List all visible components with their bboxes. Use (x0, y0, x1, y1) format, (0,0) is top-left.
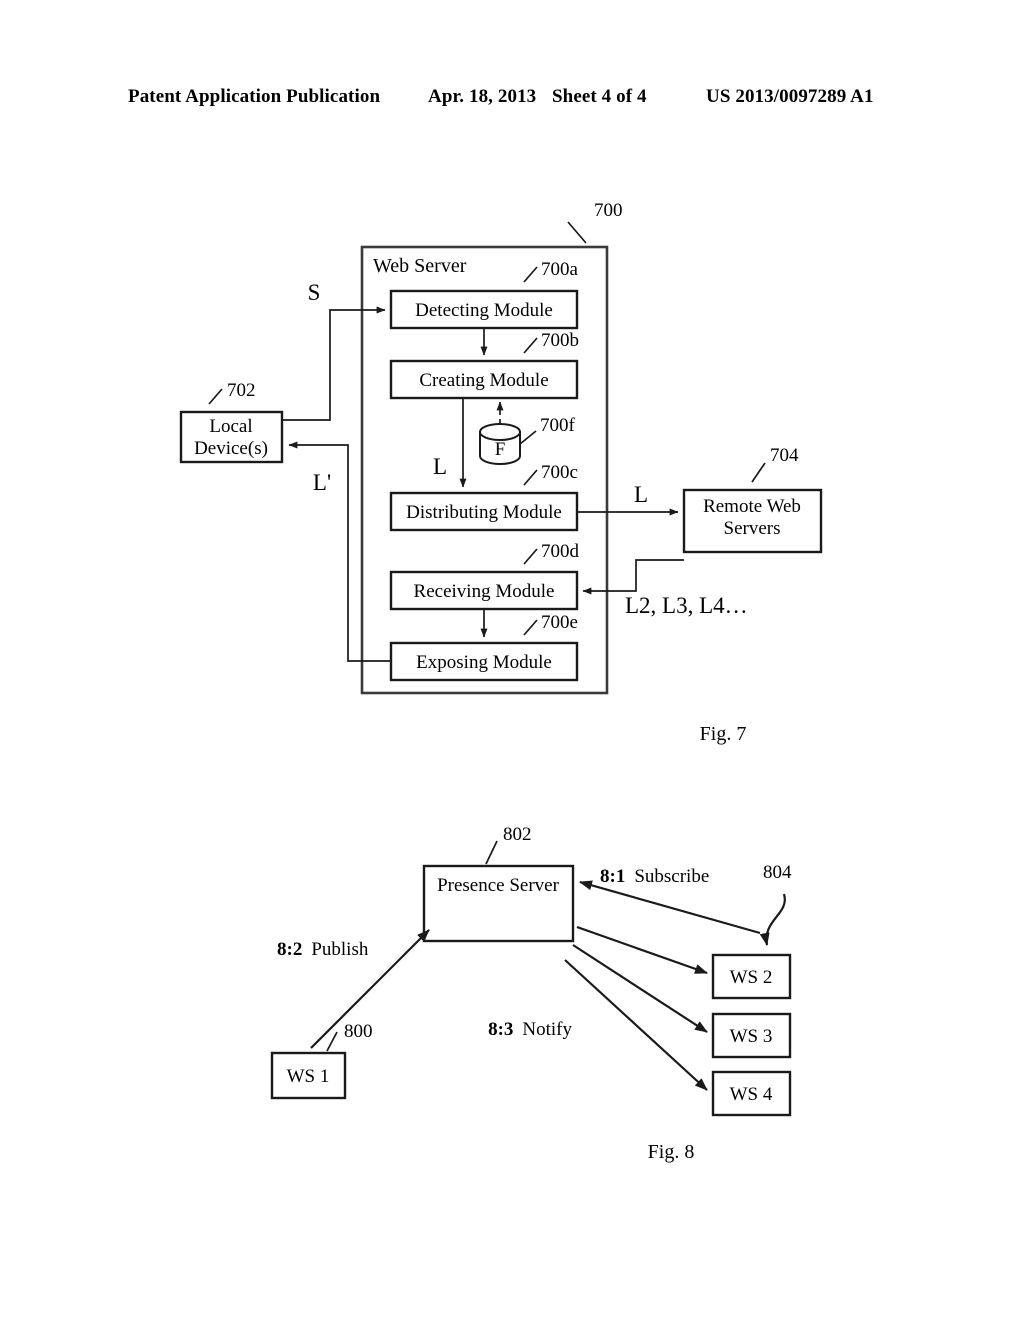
step-publish-label: Publish (311, 939, 369, 960)
ref-702: 702 (227, 380, 256, 401)
ref-802: 802 (503, 824, 532, 845)
database-cylinder-label: F (495, 439, 506, 460)
ref-800: 800 (344, 1021, 373, 1042)
leader-700 (567, 221, 587, 244)
leader-704 (751, 462, 766, 483)
step-subscribe-num: 8:1 (600, 866, 625, 887)
box-local-devices-line1: Local (209, 416, 252, 437)
box-creating-module-label: Creating Module (419, 370, 548, 391)
arrow-notify-ws2 (576, 925, 708, 975)
box-ws4-label: WS 4 (730, 1084, 773, 1105)
leader-804-curved-arrow (759, 893, 786, 946)
box-remote-web-servers-line2: Servers (724, 518, 781, 539)
leader-800 (326, 1031, 338, 1052)
arrow-notify-ws4 (564, 959, 708, 1091)
step-notify-num: 8:3 (488, 1019, 513, 1040)
box-ws1-label: WS 1 (287, 1066, 330, 1087)
step-subscribe-label: Subscribe (634, 866, 709, 887)
step-subscribe: 8:1 Subscribe (600, 866, 709, 887)
signal-label-L-prime: L' (313, 470, 331, 495)
ref-700b: 700b (541, 330, 579, 351)
step-publish-num: 8:2 (277, 939, 302, 960)
leader-702 (208, 388, 223, 405)
box-distributing-module-label: Distributing Module (406, 502, 562, 523)
box-detecting-module-label: Detecting Module (415, 300, 553, 321)
ref-700a: 700a (541, 259, 579, 280)
patent-drawing-page: Patent Application Publication Apr. 18, … (0, 0, 1024, 1320)
ref-704: 704 (770, 445, 799, 466)
ref-804: 804 (763, 862, 792, 883)
step-notify: 8:3 Notify (488, 1019, 572, 1040)
ref-700c: 700c (541, 462, 578, 483)
leader-802 (485, 840, 498, 865)
ref-700f: 700f (540, 415, 576, 436)
figure-7-caption: Fig. 7 (700, 723, 747, 745)
box-ws3-label: WS 3 (730, 1026, 773, 1047)
figure-8-caption: Fig. 8 (648, 1141, 695, 1163)
signal-label-L2-L3-L4: L2, L3, L4… (625, 593, 748, 618)
box-ws2-label: WS 2 (730, 967, 773, 988)
box-remote-web-servers-line1: Remote Web (703, 496, 801, 517)
box-presence-server-label: Presence Server (437, 875, 560, 896)
figure-7: 700 Web Server Detecting Module 700a Cre… (179, 200, 823, 745)
step-publish: 8:2 Publish (277, 939, 369, 960)
signal-label-L-internal: L (433, 454, 447, 479)
figure-8: Presence Server 802 WS 1 800 WS 2 WS 3 W… (270, 824, 792, 1163)
arrow-subscribe (579, 880, 761, 935)
box-receiving-module-label: Receiving Module (414, 581, 555, 602)
step-notify-label: Notify (522, 1019, 572, 1040)
box-exposing-module-label: Exposing Module (416, 652, 552, 673)
box-local-devices-line2: Device(s) (194, 438, 268, 459)
signal-label-L-to-remote: L (634, 482, 648, 507)
arrow-notify-ws3 (572, 944, 708, 1033)
ref-700e: 700e (541, 612, 578, 633)
web-server-title: Web Server (373, 255, 467, 277)
ref-700d: 700d (541, 541, 580, 562)
signal-label-S: S (308, 280, 321, 305)
ref-700: 700 (594, 200, 623, 221)
